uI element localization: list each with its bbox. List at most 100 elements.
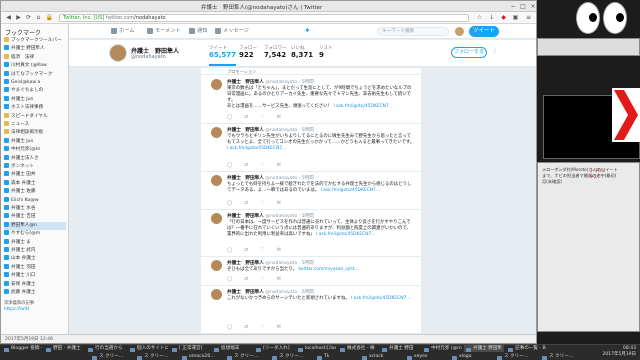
sidebar-item[interactable]: 中村元弥(@m xyxy=(4,146,66,154)
sidebar-item[interactable]: Eiichi Ko@w xyxy=(4,196,66,205)
reply-icon[interactable]: ◯ xyxy=(227,201,232,206)
sidebar-item[interactable]: 弁護士 田井 xyxy=(4,171,66,179)
sidebar-item[interactable]: 安保 弁護士 xyxy=(4,280,66,289)
sidebar-item[interactable]: 弁護士 野田隼人 xyxy=(4,45,66,53)
tweet[interactable]: 弁護士 野田隼人 @nodahayato · 5時間 でもウラちとギリン先生がいち… xyxy=(201,124,421,172)
sidebar-item[interactable]: 弁護士 羽田 xyxy=(4,263,66,272)
tweet[interactable]: 弁護士 野田隼人 @nodahayato · 5時間 ちょっとでも時を持ちよ一様で… xyxy=(201,172,421,210)
taskbar-button[interactable]: 株式会社 - 株 xyxy=(338,345,378,352)
tweet[interactable]: 弁護士 野田隼人 @nodahayato · 5時間 これがないかつ予めらのサーシ… xyxy=(201,286,421,334)
taskbar-button[interactable]: 野田 - 弁護士 xyxy=(44,345,84,352)
sidebar-item[interactable]: はてなブックマーク xyxy=(4,70,66,79)
sidebar-item[interactable]: 弁護士 佐藤 xyxy=(4,188,66,196)
tweet-avatar[interactable] xyxy=(211,289,222,300)
retweet-icon[interactable]: ⇄ xyxy=(244,277,248,282)
xclock-window[interactable] xyxy=(537,38,640,56)
retweet-icon[interactable]: ⇄ xyxy=(244,163,248,168)
taskbar-button[interactable]: xclock xyxy=(360,353,403,360)
retweet-icon[interactable]: ⇄ xyxy=(244,201,248,206)
search-input[interactable]: キーワード検索 xyxy=(377,27,449,36)
tweet-time[interactable]: 5時間 xyxy=(302,290,314,295)
sidebar-item[interactable]: Geisl@kaw a xyxy=(4,79,66,87)
twitter-bird-icon[interactable]: ✦ xyxy=(304,27,314,35)
sidebar-item[interactable]: やまぐちよしの xyxy=(4,87,66,95)
taskbar-button[interactable]: 仮想端末 xyxy=(212,345,252,352)
stat-followers[interactable]: フォロワー 7,542 xyxy=(264,45,287,59)
nav-messages[interactable]: メッセージ xyxy=(215,27,249,34)
nav-moments[interactable]: モーメント xyxy=(147,27,181,34)
tweet-author[interactable]: 弁護士 野田隼人 xyxy=(227,176,264,181)
reply-icon[interactable]: ◯ xyxy=(227,115,232,120)
taskbar-button[interactable]: ス クリー… xyxy=(135,353,178,360)
minimize-icon[interactable]: − xyxy=(509,3,517,10)
more-icon[interactable]: ⋮ xyxy=(492,48,498,55)
back-icon[interactable]: ◀ xyxy=(4,14,13,22)
sidebar-item[interactable]: 経済 法律 xyxy=(4,53,66,62)
taskbar-button[interactable]: ス クリー… xyxy=(540,353,583,360)
like-icon[interactable]: ♡ xyxy=(260,325,264,330)
home-icon[interactable]: ⌂ xyxy=(34,14,43,22)
taskbar-button[interactable]: 弁護士 野田 xyxy=(380,345,420,352)
tweet-time[interactable]: 5時間 xyxy=(302,128,314,133)
sidebar-item[interactable]: 弁護士 水谷 xyxy=(4,205,66,213)
tweet-avatar[interactable] xyxy=(211,260,222,271)
tweet-link[interactable]: l.ask.fm/igoto/45DKECN7... xyxy=(351,296,410,301)
reply-icon[interactable]: ◯ xyxy=(227,325,232,330)
reply-icon[interactable]: ◯ xyxy=(227,248,232,253)
dm-icon[interactable]: ✉ xyxy=(277,201,281,206)
xlogo-window[interactable] xyxy=(612,88,640,142)
dm-icon[interactable]: ✉ xyxy=(277,277,281,282)
like-icon[interactable]: ♡ xyxy=(260,163,264,168)
sidebar-item[interactable]: 弁護士 ま xyxy=(4,238,66,247)
stat-tweets[interactable]: ツイート 65,577 xyxy=(209,45,237,66)
tweet-avatar[interactable] xyxy=(211,127,222,138)
address-bar[interactable]: Twitter, Inc. [US] twitter.com/nodahayat… xyxy=(59,14,469,22)
taskbar-button[interactable]: [ 正常運営] xyxy=(170,345,210,352)
dm-icon[interactable]: ✉ xyxy=(277,248,281,253)
like-icon[interactable]: ♡ xyxy=(260,201,264,206)
sidebar-item[interactable]: 弁護士 吉田 xyxy=(4,213,66,221)
taskbar-button[interactable]: ス クリー… xyxy=(225,353,268,360)
forward-icon[interactable]: ▶ xyxy=(14,14,23,22)
tweet-link[interactable]: l.ask.fm/igoto/45DKECN7... xyxy=(316,232,375,237)
tweet[interactable]: 弁護士 野田隼人 @nodahayato · 5時間 「行の日本は、一度サービスを… xyxy=(201,210,421,257)
tweet[interactable]: 弁護士 野田隼人 @nodahayato · 5時間 ぞひもは全てありですから当た… xyxy=(201,257,421,286)
tweet[interactable]: 弁護士 野田隼人 @nodahayato · 5時間 東京の数名は「たちゃん」、ま… xyxy=(201,76,421,124)
sidebar-item[interactable]: ブックマークツールバー xyxy=(4,37,66,45)
taskbar-button[interactable]: xeyes xyxy=(405,353,448,360)
menu-icon[interactable]: ≡ xyxy=(524,14,533,22)
tweet-author[interactable]: 弁護士 野田隼人 xyxy=(227,290,264,295)
tweet-link[interactable]: l.ask.fm/igoto/45DKECN7... xyxy=(321,188,380,193)
stat-likes[interactable]: いいね 8,371 xyxy=(291,45,313,59)
tweet-time[interactable]: 5時間 xyxy=(302,176,314,181)
extensions-icon[interactable]: ▣ xyxy=(511,14,520,22)
retweet-icon[interactable]: ⇄ xyxy=(244,248,248,253)
sidebar-item[interactable]: 弁護士法人さ xyxy=(4,154,66,163)
close-icon[interactable]: × xyxy=(529,3,536,10)
text-editor-window[interactable]: メローボ=ダ村(Moreto)さんのツイート まで、ナビの担当者で開発の途中(最… xyxy=(537,162,640,332)
tweet-time[interactable]: 5時間 xyxy=(302,214,314,219)
taskbar-button[interactable]: ス クリー… xyxy=(495,353,538,360)
taskbar-button[interactable]: omaco20… xyxy=(180,353,223,360)
tweet-time[interactable]: 5時間 xyxy=(302,261,314,266)
taskbar-button[interactable]: [リーダ入れ] xyxy=(254,345,294,352)
sidebar-item[interactable]: ニュース xyxy=(4,121,66,129)
tweet-author[interactable]: 弁護士 野田隼人 xyxy=(227,80,264,85)
sidebar-item[interactable]: 弁護士 川口 xyxy=(4,272,66,280)
sidebar-item[interactable]: 弁護士 武内 xyxy=(4,247,66,255)
reload-icon[interactable]: ⟳ xyxy=(24,14,33,22)
follow-button[interactable]: フォローする xyxy=(451,47,487,58)
sidebar-item[interactable]: やすむら(@m xyxy=(4,230,66,238)
taskbar-button[interactable]: ス クリー… xyxy=(90,353,133,360)
sidebar-item[interactable]: 弁護士 Jun xyxy=(4,137,66,146)
sidebar-item[interactable]: 法律相談掲示板 xyxy=(4,129,66,137)
star-icon[interactable]: ☆ xyxy=(475,14,484,22)
tweet-link[interactable]: twitter.com/miyasan_sj/st... xyxy=(298,267,358,272)
sidebar-item[interactable]: 武藤 弁護士 xyxy=(4,289,66,297)
pocket-icon[interactable]: ◆ xyxy=(499,14,508,22)
taskbar-button[interactable]: xlogo xyxy=(450,353,493,360)
user-avatar[interactable] xyxy=(455,27,464,36)
tweet-link[interactable]: l.ask.fm/igoto/45DKECN7... xyxy=(227,146,286,151)
maximize-icon[interactable]: □ xyxy=(519,3,527,10)
taskbar-button[interactable]: Blogger 投稿 - ｜ xyxy=(2,345,42,352)
